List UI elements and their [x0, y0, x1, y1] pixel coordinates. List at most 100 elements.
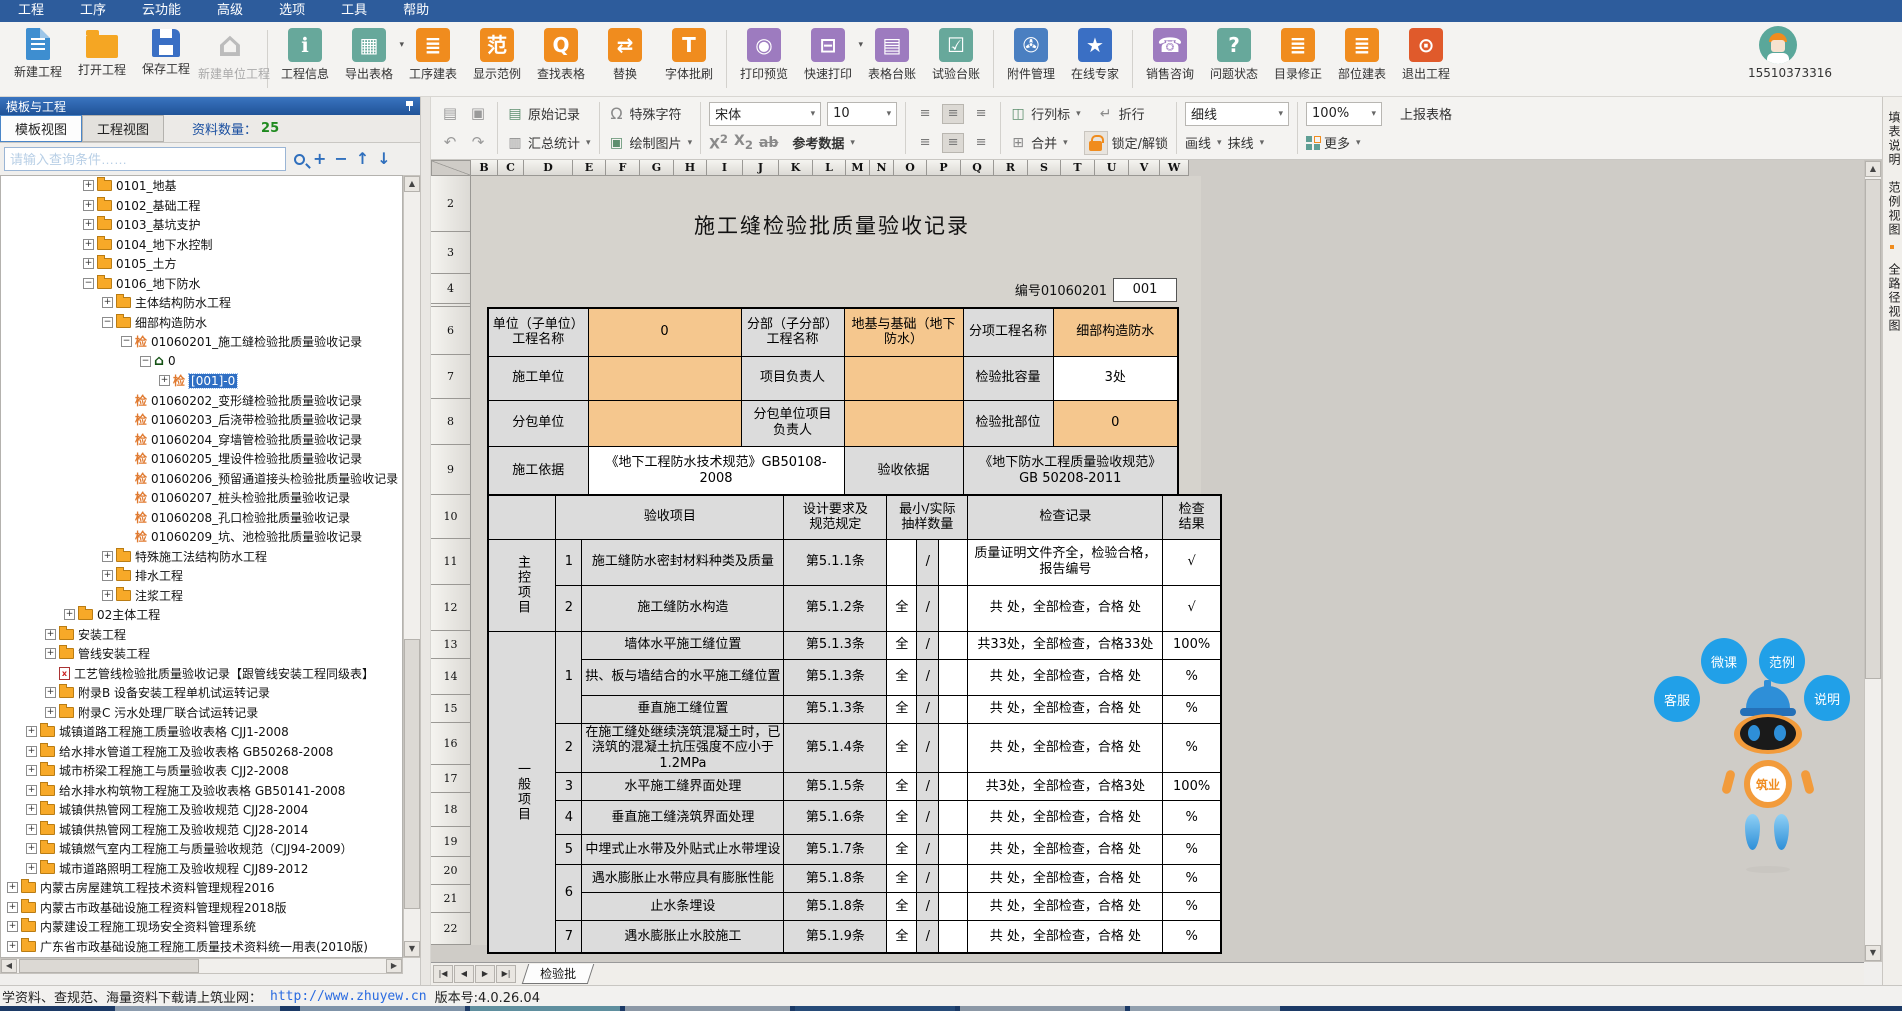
issue-status-button[interactable]: ?问题状态 — [1202, 22, 1266, 82]
tree-expand-icon[interactable]: + — [7, 902, 18, 913]
side-tab-填表说明[interactable]: 填表说明 — [1886, 111, 1902, 167]
tree-item[interactable]: +给水排水管道工程施工及验收表格 GB50268-2008 — [1, 742, 402, 762]
tree-item[interactable]: 检01060209_坑、池检验批质量验收记录 — [1, 527, 402, 547]
font-size-select[interactable]: 10▾ — [827, 102, 897, 126]
process-create-table-button[interactable]: ≣工序建表 — [401, 22, 465, 82]
find-table-button[interactable]: Q查找表格 — [529, 22, 593, 82]
tree-item[interactable]: +主体结构防水工程 — [1, 293, 402, 313]
tree-expand-icon[interactable]: + — [26, 863, 37, 874]
tree-item[interactable]: +管线安装工程 — [1, 644, 402, 664]
down-icon[interactable]: ↓ — [377, 151, 390, 167]
subscript-button[interactable]: X2 — [734, 133, 753, 152]
quick-print-button[interactable]: ⊟快速打印▾ — [796, 22, 860, 82]
tree-expand-icon[interactable]: + — [26, 765, 37, 776]
more-button[interactable]: 更多▾ — [1306, 133, 1361, 152]
ref-data-button[interactable]: 参考数据▾ — [792, 133, 855, 152]
tree-expand-icon[interactable]: + — [64, 609, 75, 620]
tree-expand-icon[interactable]: + — [26, 785, 37, 796]
tree-expand-icon[interactable]: + — [7, 921, 18, 932]
row-header-12[interactable]: 12 — [431, 585, 471, 631]
tree-expand-icon[interactable]: + — [83, 258, 94, 269]
row-header-17[interactable]: 17 — [431, 765, 471, 793]
tree-horizontal-scrollbar[interactable]: ◀ ▶ — [0, 958, 403, 974]
row-header-11[interactable]: 11 — [431, 539, 471, 585]
tree-item[interactable]: +城市道路照明工程施工及验收规程 CJJ89-2012 — [1, 859, 402, 879]
row-header-13[interactable]: 13 — [431, 631, 471, 659]
redo-icon[interactable]: ↷ — [467, 132, 489, 154]
serial-number-cell[interactable]: 001 — [1113, 278, 1177, 302]
tree-item[interactable]: +广东省市政基础设施工程施工质量技术资料统一用表(2010版) — [1, 937, 402, 957]
row-header-22[interactable]: 22 — [431, 913, 471, 945]
side-tab-全路径视图[interactable]: 全路径视图 — [1886, 263, 1902, 333]
tree-item[interactable]: +特殊施工法结构防水工程 — [1, 547, 402, 567]
draw-picture-button[interactable]: ▣绘制图片▾ — [608, 131, 693, 155]
report-table-label[interactable]: 上报表格 — [1400, 104, 1452, 123]
row-header-18[interactable]: 18 — [431, 793, 471, 827]
save-project-button[interactable]: 保存工程 — [134, 22, 198, 77]
tree-item[interactable]: +0101_地基 — [1, 176, 402, 196]
menu-item-云功能[interactable]: 云功能 — [124, 0, 199, 22]
test-ledger-button[interactable]: ☑试验台账 — [924, 22, 988, 82]
tree-item[interactable]: 检01060206_预留通道接头检验批质量验收记录 — [1, 469, 402, 489]
align-right-button[interactable]: ≡ — [970, 133, 992, 153]
erase-line-button[interactable]: 抹线▾ — [1228, 133, 1265, 152]
search-input[interactable] — [4, 147, 286, 171]
row-header-3[interactable]: 3 — [431, 232, 471, 274]
tab-template-view[interactable]: 模板视图 — [0, 115, 82, 142]
align-middle-button[interactable]: ≡ — [942, 104, 964, 124]
tree-item[interactable]: 检01060202_变形缝检验批质量验收记录 — [1, 391, 402, 411]
show-sample-button[interactable]: 范显示范例 — [465, 22, 529, 82]
tree-expand-icon[interactable]: + — [83, 239, 94, 250]
column-header-K[interactable]: K — [779, 160, 813, 176]
column-header-Q[interactable]: Q — [961, 160, 994, 176]
row-header-15[interactable]: 15 — [431, 695, 471, 723]
menu-item-选项[interactable]: 选项 — [261, 0, 323, 22]
remove-icon[interactable]: − — [334, 151, 347, 167]
column-header-E[interactable]: E — [573, 160, 606, 176]
sheet-scroll-down-icon[interactable]: ▼ — [1865, 945, 1881, 961]
scroll-up-icon[interactable]: ▲ — [404, 176, 420, 192]
tree-item[interactable]: +0104_地下水控制 — [1, 235, 402, 255]
line-style-select[interactable]: 细线▾ — [1185, 102, 1289, 126]
column-header-V[interactable]: V — [1129, 160, 1160, 176]
sheet-scroll-up-icon[interactable]: ▲ — [1865, 161, 1881, 177]
row-header-6[interactable]: 6 — [431, 307, 471, 355]
tree-item[interactable]: +0102_基础工程 — [1, 196, 402, 216]
font-name-select[interactable]: 宋体▾ — [709, 102, 821, 126]
column-headers[interactable]: BCDEFGHIJKLMNOPQRSTUVW — [471, 160, 1189, 176]
menu-item-工序[interactable]: 工序 — [62, 0, 124, 22]
row-header-2[interactable]: 2 — [431, 176, 471, 232]
row-header-8[interactable]: 8 — [431, 399, 471, 445]
tree-item[interactable]: +附录B 设备安装工程单机试运转记录 — [1, 683, 402, 703]
tab-project-view[interactable]: 工程视图 — [82, 115, 164, 142]
new-unit-project-button[interactable]: ⌂新建单位工程 — [198, 22, 262, 82]
tree-item[interactable]: +城镇供热管网工程施工及验收规范 CJJ28-2004 — [1, 800, 402, 820]
info-cell[interactable]: 细部构造防水 — [1053, 308, 1178, 356]
tree-expand-icon[interactable]: + — [102, 551, 113, 562]
column-header-I[interactable]: I — [707, 160, 743, 176]
tree-expand-icon[interactable]: + — [83, 180, 94, 191]
sheet-corner-cell[interactable] — [431, 160, 471, 176]
paste-icon[interactable]: ▣ — [467, 103, 489, 125]
tree-item[interactable]: +安装工程 — [1, 625, 402, 645]
tree-expand-icon[interactable]: + — [102, 570, 113, 581]
row-header-4[interactable]: 4 — [431, 274, 471, 304]
tree-expand-icon[interactable]: + — [26, 726, 37, 737]
tree-item[interactable]: +内蒙古市政基础设施工程资料管理规程2018版 — [1, 898, 402, 918]
first-sheet-button[interactable]: |◀ — [433, 965, 453, 983]
column-header-R[interactable]: R — [994, 160, 1028, 176]
tree-item[interactable]: −细部构造防水 — [1, 313, 402, 333]
replace-button[interactable]: ⇄替换 — [593, 22, 657, 82]
info-cell[interactable] — [844, 356, 963, 400]
lock-unlock-button[interactable]: 锁定/解锁 — [1084, 131, 1168, 155]
info-cell[interactable] — [588, 356, 741, 400]
tree-item[interactable]: +0103_基坑支护 — [1, 215, 402, 235]
tree-item[interactable]: +内蒙建设工程施工现场安全资料管理系统 — [1, 917, 402, 937]
row-headers[interactable]: 234678910111213141516171819202122 — [431, 176, 471, 945]
tree-item[interactable]: −0106_地下防水 — [1, 274, 402, 294]
column-header-T[interactable]: T — [1061, 160, 1095, 176]
tree-item[interactable]: +0105_土方 — [1, 254, 402, 274]
search-icon[interactable] — [294, 154, 305, 165]
tree-item[interactable]: −检01060201_施工缝检验批质量验收记录 — [1, 332, 402, 352]
menu-item-帮助[interactable]: 帮助 — [385, 0, 447, 22]
